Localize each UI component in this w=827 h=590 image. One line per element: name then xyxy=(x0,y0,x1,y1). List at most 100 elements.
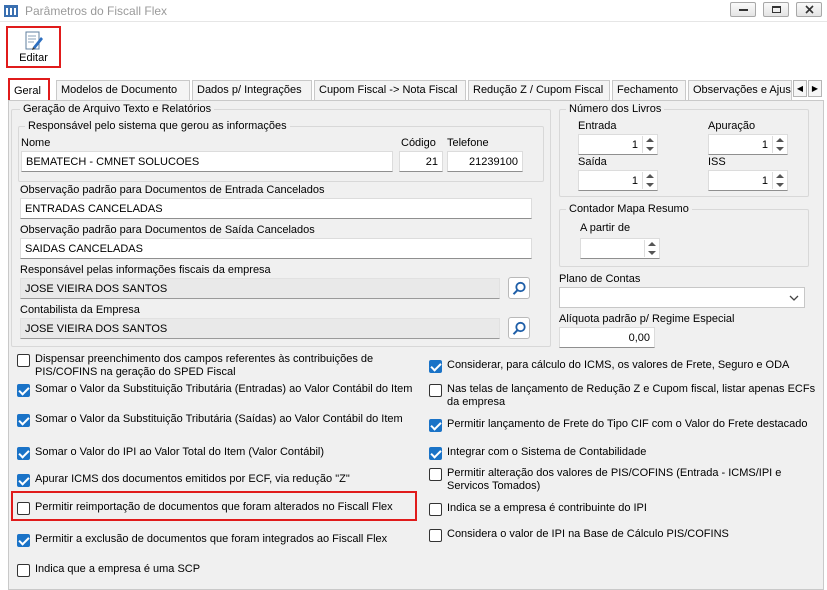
contabilista-search-button[interactable] xyxy=(508,317,530,339)
spin-down-icon[interactable] xyxy=(648,251,656,255)
group-geracao-title: Geração de Arquivo Texto e Relatórios xyxy=(20,103,215,115)
checkbox-icon[interactable] xyxy=(429,360,442,373)
close-button[interactable] xyxy=(796,2,822,17)
obs-entrada-label: Observação padrão para Documentos de Ent… xyxy=(20,184,325,196)
apartir-label: A partir de xyxy=(580,222,631,234)
aliquota-field[interactable]: 0,00 xyxy=(559,327,655,348)
chk-listar-ecfs[interactable]: Nas telas de lançamento de Redução Z e C… xyxy=(429,383,823,411)
tab-scroll-left-button[interactable]: ◀ xyxy=(793,80,807,97)
edit-document-icon xyxy=(25,31,43,50)
title-bar: Parâmetros do Fiscall Flex xyxy=(0,0,827,22)
group-livros: Número dos Livros Entrada 1 Apuração 1 S… xyxy=(559,103,809,197)
livro-apuracao-spinner[interactable]: 1 xyxy=(708,134,788,155)
group-mapa-resumo: Contador Mapa Resumo A partir de xyxy=(559,203,809,267)
tab-geral[interactable]: Geral xyxy=(8,78,50,100)
chk-contribuinte-ipi[interactable]: Indica se a empresa é contribuinte do IP… xyxy=(429,502,823,518)
codigo-label: Código xyxy=(401,137,436,149)
nome-field[interactable]: BEMATECH - CMNET SOLUCOES xyxy=(21,151,393,172)
apartir-spinner[interactable] xyxy=(580,238,660,259)
chk-alterar-pis-cofins[interactable]: Permitir alteração dos valores de PIS/CO… xyxy=(429,467,823,495)
spin-up-icon[interactable] xyxy=(776,174,784,178)
livro-iss-value: 1 xyxy=(761,175,768,187)
checkbox-icon[interactable] xyxy=(17,564,30,577)
search-icon xyxy=(512,321,526,335)
obs-saida-field[interactable]: SAIDAS CANCELADAS xyxy=(20,238,532,259)
livro-saida-value: 1 xyxy=(631,175,638,187)
checkbox-icon[interactable] xyxy=(429,447,442,460)
chk-empresa-scp[interactable]: Indica que a empresa é uma SCP xyxy=(17,563,417,579)
obs-entrada-field[interactable]: ENTRADAS CANCELADAS xyxy=(20,198,532,219)
group-livros-title: Número dos Livros xyxy=(566,103,665,115)
checkbox-icon[interactable] xyxy=(17,502,30,515)
tab-page-geral: Geração de Arquivo Texto e Relatórios Re… xyxy=(8,100,824,590)
checkbox-icon[interactable] xyxy=(17,447,30,460)
livro-iss-spinner[interactable]: 1 xyxy=(708,170,788,191)
checkbox-icon[interactable] xyxy=(17,474,30,487)
livro-iss-label: ISS xyxy=(708,156,726,168)
livro-saida-label: Saída xyxy=(578,156,607,168)
spin-up-icon[interactable] xyxy=(646,138,654,142)
chk-frete-cif[interactable]: Permitir lançamento de Frete do Tipo CIF… xyxy=(429,418,823,434)
codigo-field[interactable]: 21 xyxy=(399,151,443,172)
plano-contas-select[interactable] xyxy=(559,287,805,308)
nome-label: Nome xyxy=(21,137,51,149)
checkbox-icon[interactable] xyxy=(17,534,30,547)
chevron-left-icon: ◀ xyxy=(796,84,804,93)
checkbox-icon[interactable] xyxy=(17,354,30,367)
tab-cupom-nota[interactable]: Cupom Fiscal -> Nota Fiscal xyxy=(314,80,466,100)
group-geracao: Geração de Arquivo Texto e Relatórios Re… xyxy=(11,103,551,347)
chk-st-entradas[interactable]: Somar o Valor da Substituição Tributária… xyxy=(17,383,417,411)
checkbox-icon[interactable] xyxy=(17,414,30,427)
checkbox-icon[interactable] xyxy=(429,419,442,432)
contabilista-field: JOSE VIEIRA DOS SANTOS xyxy=(20,318,500,339)
edit-button[interactable]: Editar xyxy=(6,26,61,68)
checkbox-icon[interactable] xyxy=(429,529,442,542)
app-icon xyxy=(4,5,18,17)
spin-up-icon[interactable] xyxy=(646,174,654,178)
chk-ipi-base-pis-cofins[interactable]: Considera o valor de IPI na Base de Cálc… xyxy=(429,528,823,544)
chk-apurar-icms-ecf[interactable]: Apurar ICMS dos documentos emitidos por … xyxy=(17,473,417,489)
search-icon xyxy=(512,281,526,295)
tab-dados-integracoes[interactable]: Dados p/ Integrações xyxy=(192,80,312,100)
minimize-icon xyxy=(739,9,748,11)
tab-fechamento[interactable]: Fechamento xyxy=(612,80,686,100)
chk-st-saidas[interactable]: Somar o Valor da Substituição Tributária… xyxy=(17,413,417,441)
tab-modelos-documento[interactable]: Modelos de Documento xyxy=(56,80,190,100)
spin-up-icon[interactable] xyxy=(648,242,656,246)
chk-frete-seguro-oda[interactable]: Considerar, para cálculo do ICMS, os val… xyxy=(429,359,823,375)
chk-permitir-exclusao[interactable]: Permitir a exclusão de documentos que fo… xyxy=(17,533,417,549)
telefone-label: Telefone xyxy=(447,137,489,149)
spin-down-icon[interactable] xyxy=(646,147,654,151)
spin-down-icon[interactable] xyxy=(776,147,784,151)
checkbox-icon[interactable] xyxy=(17,384,30,397)
telefone-field[interactable]: 21239100 xyxy=(447,151,523,172)
resp-fiscal-search-button[interactable] xyxy=(508,277,530,299)
livro-entrada-spinner[interactable]: 1 xyxy=(578,134,658,155)
chevron-down-icon xyxy=(789,295,799,301)
tab-strip: Geral Modelos de Documento Dados p/ Inte… xyxy=(8,78,827,100)
group-mapa-title: Contador Mapa Resumo xyxy=(566,203,692,215)
resp-fiscal-label: Responsável pelas informações fiscais da… xyxy=(20,264,271,276)
maximize-button[interactable] xyxy=(763,2,789,17)
chk-ipi-valor-total[interactable]: Somar o Valor do IPI ao Valor Total do I… xyxy=(17,446,417,462)
spin-up-icon[interactable] xyxy=(776,138,784,142)
checkbox-icon[interactable] xyxy=(429,384,442,397)
checkbox-icon[interactable] xyxy=(429,503,442,516)
chk-dispensar-pis-cofins[interactable]: Dispensar preenchimento dos campos refer… xyxy=(17,353,417,381)
livro-saida-spinner[interactable]: 1 xyxy=(578,170,658,191)
chk-permitir-reimportacao[interactable]: Permitir reimportação de documentos que … xyxy=(17,501,417,517)
minimize-button[interactable] xyxy=(730,2,756,17)
close-icon xyxy=(805,5,814,14)
tab-reducao-z[interactable]: Redução Z / Cupom Fiscal xyxy=(468,80,610,100)
tab-scroll-right-button[interactable]: ▶ xyxy=(808,80,822,97)
spin-down-icon[interactable] xyxy=(776,183,784,187)
checkbox-icon[interactable] xyxy=(429,468,442,481)
livro-entrada-label: Entrada xyxy=(578,120,617,132)
tab-observacoes[interactable]: Observações e Ajus xyxy=(688,80,792,100)
group-responsavel-title: Responsável pelo sistema que gerou as in… xyxy=(25,120,290,132)
contabilista-label: Contabilista da Empresa xyxy=(20,304,140,316)
livro-apuracao-value: 1 xyxy=(761,139,768,151)
chk-integrar-contabilidade[interactable]: Integrar com o Sistema de Contabilidade xyxy=(429,446,823,462)
edit-button-label: Editar xyxy=(19,52,48,64)
spin-down-icon[interactable] xyxy=(646,183,654,187)
